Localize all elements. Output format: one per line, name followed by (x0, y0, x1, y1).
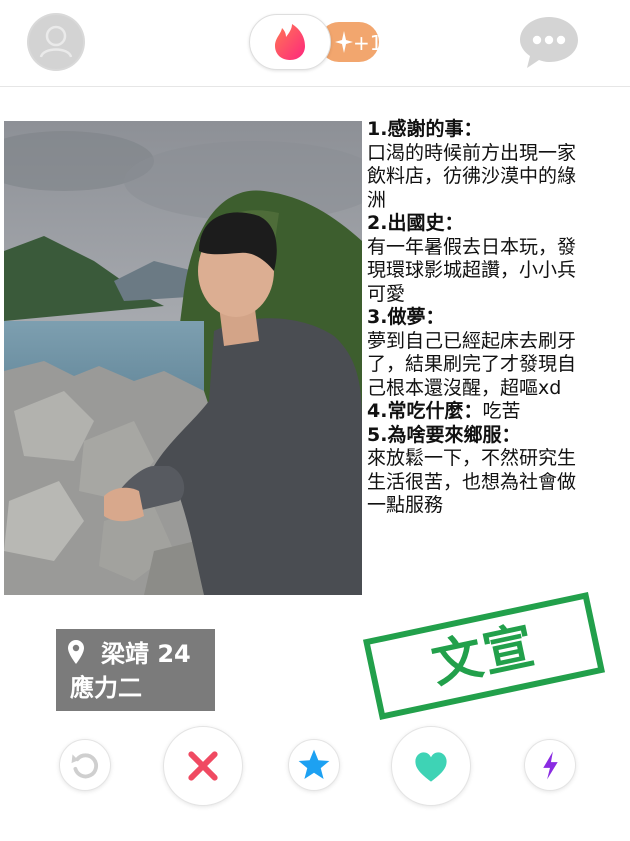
profile-name-badge: 梁靖 24 應力二 (56, 629, 215, 711)
tinder-flame-icon (275, 24, 305, 60)
heart-icon (415, 752, 447, 782)
answer-1-line-2: 飲料店，彷彿沙漠中的綠 (367, 165, 577, 187)
like-button[interactable] (391, 726, 471, 806)
star-icon (298, 749, 330, 779)
question-3: 3.做夢： (367, 306, 445, 328)
profile-avatar-icon[interactable] (27, 13, 85, 71)
answer-3-line-1: 夢到自己已經起床去刷牙 (367, 329, 577, 352)
answer-2-line-1: 有一年暑假去日本玩，發 (367, 235, 577, 258)
answer-3-line-2: 了，結果刷完了才發現自 (367, 353, 577, 375)
close-x-icon (188, 751, 218, 781)
question-2: 2.出國史： (367, 212, 464, 234)
answer-1-line-1: 口渴的時候前方出現一家 (367, 141, 577, 164)
profile-bio: 1.感謝的事： 口渴的時候前方出現一家 飲料店，彷彿沙漠中的綠 洲 2.出國史：… (367, 118, 628, 608)
role-stamp: 文宣 (362, 591, 606, 721)
chat-bubble-icon[interactable] (518, 14, 580, 70)
answer-5-line-2: 生活很苦，也想為社會做 (367, 470, 577, 493)
answer-5-line-3: 一點服務 (367, 494, 444, 516)
profile-name-age: 梁靖 24 (101, 640, 191, 668)
answer-1-line-3: 洲 (367, 188, 387, 211)
question-4: 4.常吃什麼： (367, 400, 483, 422)
answer-2-line-2: 現環球影城超讚，小小兵 (367, 259, 577, 281)
nope-button[interactable] (163, 726, 243, 806)
answer-3-line-3: 己根本還沒醒，超嘔xd (367, 376, 562, 399)
question-1: 1.感謝的事： (367, 118, 483, 140)
boost-button[interactable] (524, 739, 576, 791)
app-mode-switch[interactable]: +1 (249, 14, 383, 70)
qa-4: 4.常吃什麼：吃苦 (367, 400, 628, 424)
answer-4: 吃苦 (482, 400, 521, 422)
answer-2-line-3: 可愛 (367, 282, 406, 305)
boost-count: +1 (353, 31, 383, 55)
location-pin-icon (68, 640, 84, 664)
super-like-button[interactable] (288, 739, 340, 791)
top-navigation-bar: +1 (0, 0, 630, 87)
profile-department: 應力二 (70, 674, 142, 702)
question-5: 5.為啥要來鄉服： (367, 423, 521, 446)
role-stamp-text: 文宣 (426, 615, 541, 695)
answer-5-line-1: 來放鬆一下，不然研究生 (367, 447, 577, 469)
sparkle-icon (335, 31, 353, 53)
profile-photo[interactable] (4, 121, 362, 595)
rewind-icon (71, 753, 99, 779)
rewind-button[interactable] (59, 739, 111, 791)
lightning-bolt-icon (543, 751, 558, 780)
